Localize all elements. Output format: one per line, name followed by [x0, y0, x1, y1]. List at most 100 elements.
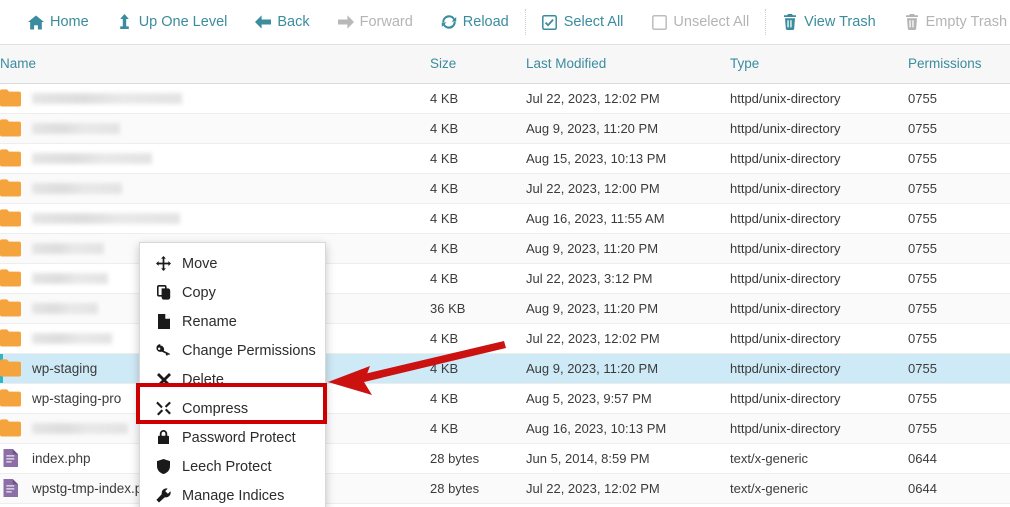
cell-type: httpd/unix-directory — [730, 233, 908, 264]
toolbar-item-home[interactable]: Home — [14, 0, 103, 45]
column-header-name[interactable]: Name — [0, 45, 430, 84]
file-name: wp-staging — [32, 360, 98, 376]
cell-type: text/x-generic — [730, 473, 908, 504]
checkbox-empty-icon — [651, 14, 667, 30]
cell-last-modified: Aug 15, 2023, 10:13 PM — [526, 143, 730, 174]
cell-name[interactable] — [0, 143, 430, 174]
cell-size: 36 KB — [430, 293, 526, 324]
cell-last-modified: Aug 9, 2023, 11:20 PM — [526, 113, 730, 144]
toolbar-item-label: Forward — [359, 13, 413, 30]
cell-size: 4 KB — [430, 203, 526, 234]
cell-size: 4 KB — [430, 323, 526, 354]
context-menu-item-password-protect[interactable]: Password Protect — [140, 423, 325, 452]
cell-size: 28 bytes — [430, 443, 526, 474]
toolbar-item-unselect-all: Unselect All — [637, 0, 763, 45]
wrench-icon — [156, 488, 171, 503]
toolbar-item-label: Home — [50, 13, 89, 30]
cell-type: httpd/unix-directory — [730, 413, 908, 444]
cell-permissions: 0755 — [908, 233, 1010, 264]
context-menu-item-move[interactable]: Move — [140, 249, 325, 278]
context-menu-item-rename[interactable]: Rename — [140, 307, 325, 336]
toolbar-item-view-trash[interactable]: View Trash — [768, 0, 889, 45]
cell-type: httpd/unix-directory — [730, 263, 908, 294]
toolbar-separator — [524, 9, 526, 35]
toolbar-item-label: Reload — [462, 13, 509, 30]
move-icon — [156, 256, 171, 271]
folder-icon — [0, 179, 21, 197]
cell-name[interactable] — [0, 83, 430, 114]
folder-icon — [0, 119, 21, 137]
redacted-file-name — [32, 302, 98, 314]
cell-permissions: 0755 — [908, 263, 1010, 294]
cell-permissions: 0755 — [908, 383, 1010, 414]
table-row[interactable]: 4 KB Aug 9, 2023, 11:20 PM httpd/unix-dire… — [0, 113, 1010, 144]
context-menu-item-delete[interactable]: Delete — [140, 365, 325, 394]
column-header-last-modified[interactable]: Last Modified — [526, 45, 730, 84]
redacted-file-name — [32, 212, 180, 224]
context-menu-item-copy[interactable]: Copy — [140, 278, 325, 307]
table-row[interactable]: 4 KB Aug 15, 2023, 10:13 PM httpd/unix-dir… — [0, 143, 1010, 174]
checkbox-checked-icon — [542, 14, 558, 30]
cell-name[interactable] — [0, 113, 430, 144]
cell-name[interactable] — [0, 203, 430, 234]
compress-icon — [156, 401, 171, 416]
cell-type: httpd/unix-directory — [730, 203, 908, 234]
context-menu-item-label: Copy — [182, 284, 216, 301]
cell-type: httpd/unix-directory — [730, 293, 908, 324]
toolbar-item-label: Empty Trash — [925, 13, 1008, 30]
cell-last-modified: Aug 16, 2023, 10:13 PM — [526, 413, 730, 444]
cell-last-modified: Aug 9, 2023, 11:20 PM — [526, 233, 730, 264]
cell-permissions: 0755 — [908, 353, 1010, 384]
toolbar-item-select-all[interactable]: Select All — [528, 0, 638, 45]
file-icon — [0, 479, 21, 497]
context-menu-item-change-permissions[interactable]: Change Permissions — [140, 336, 325, 365]
cell-name[interactable] — [0, 173, 430, 204]
arrow-right-icon — [337, 14, 354, 30]
cell-size: 4 KB — [430, 143, 526, 174]
context-menu-item-manage-indices[interactable]: Manage Indices — [140, 481, 325, 507]
column-header-size[interactable]: Size — [430, 45, 526, 84]
table-row[interactable]: 4 KB Jul 22, 2023, 12:02 PM httpd/unix-dir… — [0, 83, 1010, 114]
cell-last-modified: Jul 22, 2023, 12:00 PM — [526, 173, 730, 204]
toolbar-item-back[interactable]: Back — [241, 0, 323, 45]
cell-type: httpd/unix-directory — [730, 323, 908, 354]
table-header-row: Name Size Last Modified Type Permissions — [0, 45, 1010, 84]
x-mark-icon — [156, 372, 171, 387]
cell-permissions: 0755 — [908, 323, 1010, 354]
cell-type: httpd/unix-directory — [730, 83, 908, 114]
cell-size: 28 bytes — [430, 473, 526, 504]
cell-permissions: 0755 — [908, 203, 1010, 234]
toolbar-item-up-one-level[interactable]: Up One Level — [103, 0, 242, 45]
cell-last-modified: Jun 5, 2014, 8:59 PM — [526, 443, 730, 474]
cell-type: httpd/unix-directory — [730, 143, 908, 174]
reload-icon — [441, 14, 457, 30]
context-menu-item-label: Move — [182, 255, 218, 272]
column-header-type[interactable]: Type — [730, 45, 908, 84]
cell-permissions: 0755 — [908, 413, 1010, 444]
context-menu-item-label: Delete — [182, 371, 224, 388]
redacted-file-name — [32, 122, 120, 134]
context-menu-item-leech-protect[interactable]: Leech Protect — [140, 452, 325, 481]
table-row[interactable]: 4 KB Aug 16, 2023, 11:55 AM httpd/unix-dir… — [0, 203, 1010, 234]
cell-size: 4 KB — [430, 413, 526, 444]
redacted-file-name — [32, 242, 104, 254]
context-menu-item-compress[interactable]: Compress — [140, 394, 325, 423]
cell-permissions: 0644 — [908, 443, 1010, 474]
cell-type: httpd/unix-directory — [730, 173, 908, 204]
redacted-file-name — [32, 332, 112, 344]
file-manager-toolbar: Home Up One Level Back Forward Reload Select … — [0, 0, 1010, 45]
cell-last-modified: Aug 9, 2023, 11:20 PM — [526, 293, 730, 324]
toolbar-item-reload[interactable]: Reload — [427, 0, 523, 45]
cell-type: httpd/unix-directory — [730, 383, 908, 414]
file-context-menu[interactable]: Move Copy Rename Change Permissions Delete Co… — [139, 242, 326, 507]
column-header-permissions[interactable]: Permissions — [908, 45, 1010, 84]
toolbar-item-empty-trash: Empty Trash — [890, 0, 1010, 45]
redacted-file-name — [32, 152, 152, 164]
cell-type: httpd/unix-directory — [730, 113, 908, 144]
redacted-file-name — [32, 182, 122, 194]
shield-icon — [156, 459, 171, 474]
table-row[interactable]: 4 KB Jul 22, 2023, 12:00 PM httpd/unix-dir… — [0, 173, 1010, 204]
cell-last-modified: Jul 22, 2023, 3:12 PM — [526, 263, 730, 294]
cell-permissions: 0644 — [908, 473, 1010, 504]
file-manager-screen: Home Up One Level Back Forward Reload Select … — [0, 0, 1010, 507]
